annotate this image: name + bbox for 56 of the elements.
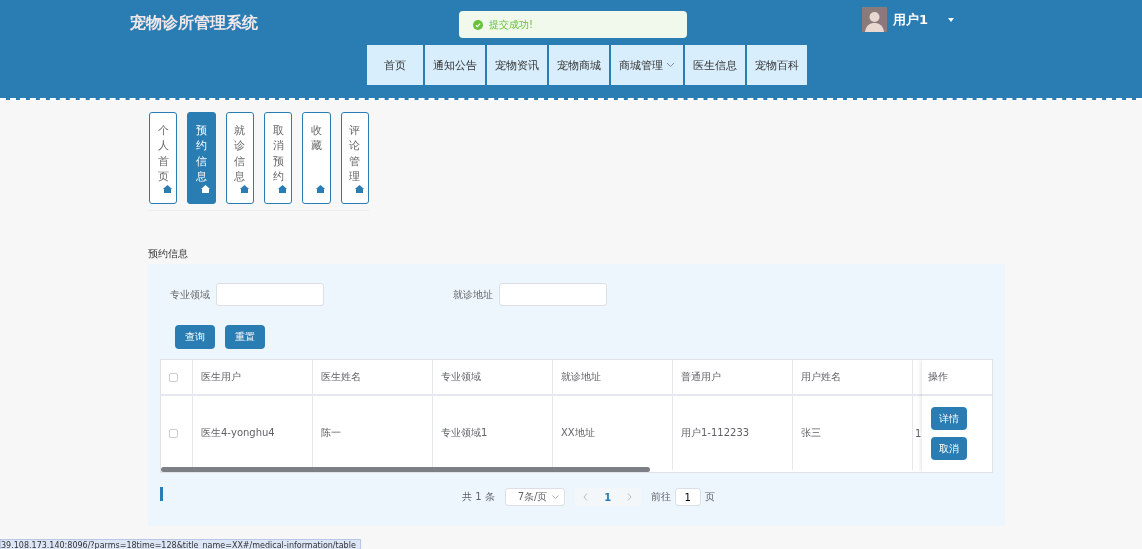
nav-item[interactable]: 宠物商城: [549, 45, 611, 85]
home-icon: [201, 185, 211, 193]
table-cell: 用户1-112233: [673, 396, 793, 470]
column-header: 专业领域: [433, 360, 553, 396]
accent-bar: [160, 487, 163, 501]
side-tab[interactable]: 收藏: [302, 112, 331, 204]
toast-text: 提交成功!: [489, 17, 533, 32]
cancel-button[interactable]: 取消: [931, 437, 967, 460]
avatar-icon[interactable]: [862, 7, 887, 32]
column-header: 就诊地址: [553, 360, 673, 396]
search-field[interactable]: [216, 283, 324, 306]
nav-item[interactable]: 首页: [367, 45, 425, 85]
column-header: 普通用户: [673, 360, 793, 396]
query-button[interactable]: 查询: [175, 325, 215, 349]
home-icon: [354, 185, 364, 193]
user-name[interactable]: 用户1: [893, 10, 929, 29]
side-tab[interactable]: 就诊信息: [225, 112, 254, 204]
nav-item[interactable]: 医生信息: [685, 45, 747, 85]
page-size-select[interactable]: 7条/页: [504, 488, 565, 506]
side-tab[interactable]: 取消预约: [264, 112, 293, 204]
nav-item[interactable]: 商城管理: [611, 45, 685, 85]
nav-item[interactable]: 宠物资讯: [487, 45, 549, 85]
field-label: 就诊地址: [452, 287, 493, 302]
column-header: 操作: [922, 360, 992, 396]
home-icon: [316, 185, 326, 193]
column-header: 医生用户: [193, 360, 313, 396]
home-icon: [278, 185, 287, 193]
home-icon: [239, 185, 249, 193]
scrollbar-thumb[interactable]: [161, 467, 650, 472]
status-url: 39.108.173.140:8096/?parms=18time=128&title_name=XX#/medical-information/table: [0, 539, 361, 549]
app-title: 宠物诊所管理系统: [130, 13, 258, 34]
goto-label: 前往: [650, 490, 671, 504]
chevron-right-icon[interactable]: [627, 492, 633, 501]
search-field[interactable]: [499, 283, 607, 306]
total-count: 共 1 条: [462, 490, 495, 504]
section-title: 预约信息: [148, 247, 189, 261]
checkbox[interactable]: [169, 372, 178, 382]
chevron-down-icon: [551, 494, 559, 500]
side-tab[interactable]: 评论管理: [340, 112, 369, 204]
chevron-left-icon[interactable]: [583, 492, 589, 501]
nav-item[interactable]: 通知公告: [425, 45, 487, 85]
column-header: 医生姓名: [313, 360, 433, 396]
details-button[interactable]: 详情: [931, 407, 967, 430]
page-input[interactable]: 1: [674, 488, 701, 506]
reset-button[interactable]: 重置: [225, 325, 265, 349]
check-circle-icon: [473, 19, 483, 30]
nav-item[interactable]: 宠物百科: [747, 45, 809, 85]
home-icon: [163, 185, 172, 193]
page-unit: 页: [704, 490, 715, 504]
field-label: 专业领域: [169, 287, 210, 302]
caret-icon[interactable]: [948, 17, 955, 22]
checkbox[interactable]: [169, 428, 178, 438]
side-tab[interactable]: 个人首页: [149, 112, 178, 204]
table-cell: 张三: [793, 396, 913, 470]
column-header: 用户姓名: [793, 360, 913, 396]
side-tab[interactable]: 预约信息: [187, 112, 216, 204]
